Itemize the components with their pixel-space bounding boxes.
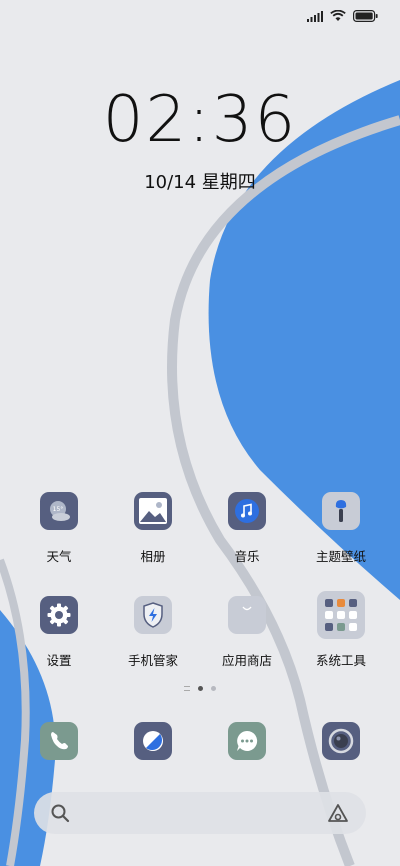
page-dot[interactable] bbox=[211, 686, 216, 691]
app-label: 音乐 bbox=[234, 549, 260, 564]
security-icon bbox=[134, 596, 172, 634]
app-row: 15° 天气 相册 音乐 主题壁纸 bbox=[0, 492, 400, 596]
app-row: 设置 手机管家 应用商店 系统工具 bbox=[0, 591, 400, 700]
folder-icon bbox=[317, 591, 365, 639]
status-bar bbox=[307, 10, 378, 22]
music-icon bbox=[228, 492, 266, 530]
page-indicator[interactable] bbox=[0, 686, 400, 691]
assistant-icon[interactable] bbox=[326, 802, 350, 824]
app-label: 天气 bbox=[46, 549, 72, 564]
app-store-icon bbox=[228, 596, 266, 634]
signal-icon bbox=[307, 10, 323, 22]
dock bbox=[0, 722, 400, 760]
app-weather[interactable]: 15° 天气 bbox=[16, 492, 102, 596]
app-label: 主题壁纸 bbox=[315, 549, 366, 564]
weather-temp: 15° bbox=[53, 506, 64, 513]
app-label: 相册 bbox=[140, 549, 166, 564]
app-system-tools[interactable]: 系统工具 bbox=[298, 591, 384, 700]
app-settings[interactable]: 设置 bbox=[16, 596, 102, 700]
app-theme[interactable]: 主题壁纸 bbox=[298, 492, 384, 596]
app-grid: 15° 天气 相册 音乐 主题壁纸 设置 手机管家 应用商店 系统工具 bbox=[0, 492, 400, 700]
weather-icon: 15° bbox=[40, 492, 78, 530]
wifi-icon bbox=[330, 10, 346, 21]
app-gallery[interactable]: 相册 bbox=[110, 492, 196, 596]
browser-icon bbox=[134, 722, 172, 760]
dock-messages[interactable] bbox=[204, 722, 290, 760]
clock-date[interactable]: 10/14 星期四 bbox=[0, 168, 400, 194]
app-label: 应用商店 bbox=[221, 653, 272, 668]
page-dot-list[interactable] bbox=[184, 686, 190, 691]
app-store[interactable]: 应用商店 bbox=[204, 596, 290, 700]
page-dot-active[interactable] bbox=[198, 686, 203, 691]
dock-browser[interactable] bbox=[110, 722, 196, 760]
dock-camera[interactable] bbox=[298, 722, 384, 760]
app-label: 手机管家 bbox=[127, 653, 178, 668]
camera-icon bbox=[322, 722, 360, 760]
gallery-icon bbox=[134, 492, 172, 530]
gear-icon bbox=[40, 596, 78, 634]
app-label: 系统工具 bbox=[315, 653, 366, 668]
app-label: 设置 bbox=[46, 653, 72, 668]
app-security[interactable]: 手机管家 bbox=[110, 596, 196, 700]
theme-icon bbox=[322, 492, 360, 530]
search-icon[interactable] bbox=[50, 803, 70, 823]
battery-icon bbox=[353, 10, 378, 22]
phone-icon bbox=[40, 722, 78, 760]
app-music[interactable]: 音乐 bbox=[204, 492, 290, 596]
search-bar[interactable] bbox=[34, 792, 366, 834]
clock-time[interactable]: 02:36 bbox=[0, 88, 400, 152]
messages-icon bbox=[228, 722, 266, 760]
dock-phone[interactable] bbox=[16, 722, 102, 760]
